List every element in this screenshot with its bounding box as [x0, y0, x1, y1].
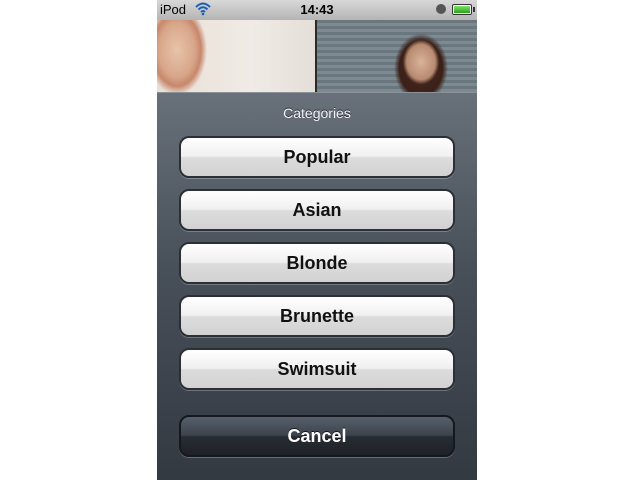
status-time: 14:43: [300, 2, 334, 17]
background-photo-right: [317, 20, 477, 92]
battery-level: [454, 6, 470, 13]
phone-screen: iPod 14:43 Categories Popular Asian Blon…: [157, 0, 477, 480]
lock-icon: [436, 4, 446, 14]
brunette-button[interactable]: Brunette: [179, 295, 455, 337]
background-photo-left: [157, 20, 315, 92]
swimsuit-button[interactable]: Swimsuit: [179, 348, 455, 390]
status-bar: iPod 14:43: [157, 0, 477, 20]
blonde-button[interactable]: Blonde: [179, 242, 455, 284]
categories-action-sheet: Categories Popular Asian Blonde Brunette…: [157, 92, 477, 480]
asian-button[interactable]: Asian: [179, 189, 455, 231]
popular-button[interactable]: Popular: [179, 136, 455, 178]
battery-icon: [452, 4, 475, 15]
cancel-button[interactable]: Cancel: [179, 415, 455, 457]
action-sheet-title: Categories: [283, 105, 351, 121]
